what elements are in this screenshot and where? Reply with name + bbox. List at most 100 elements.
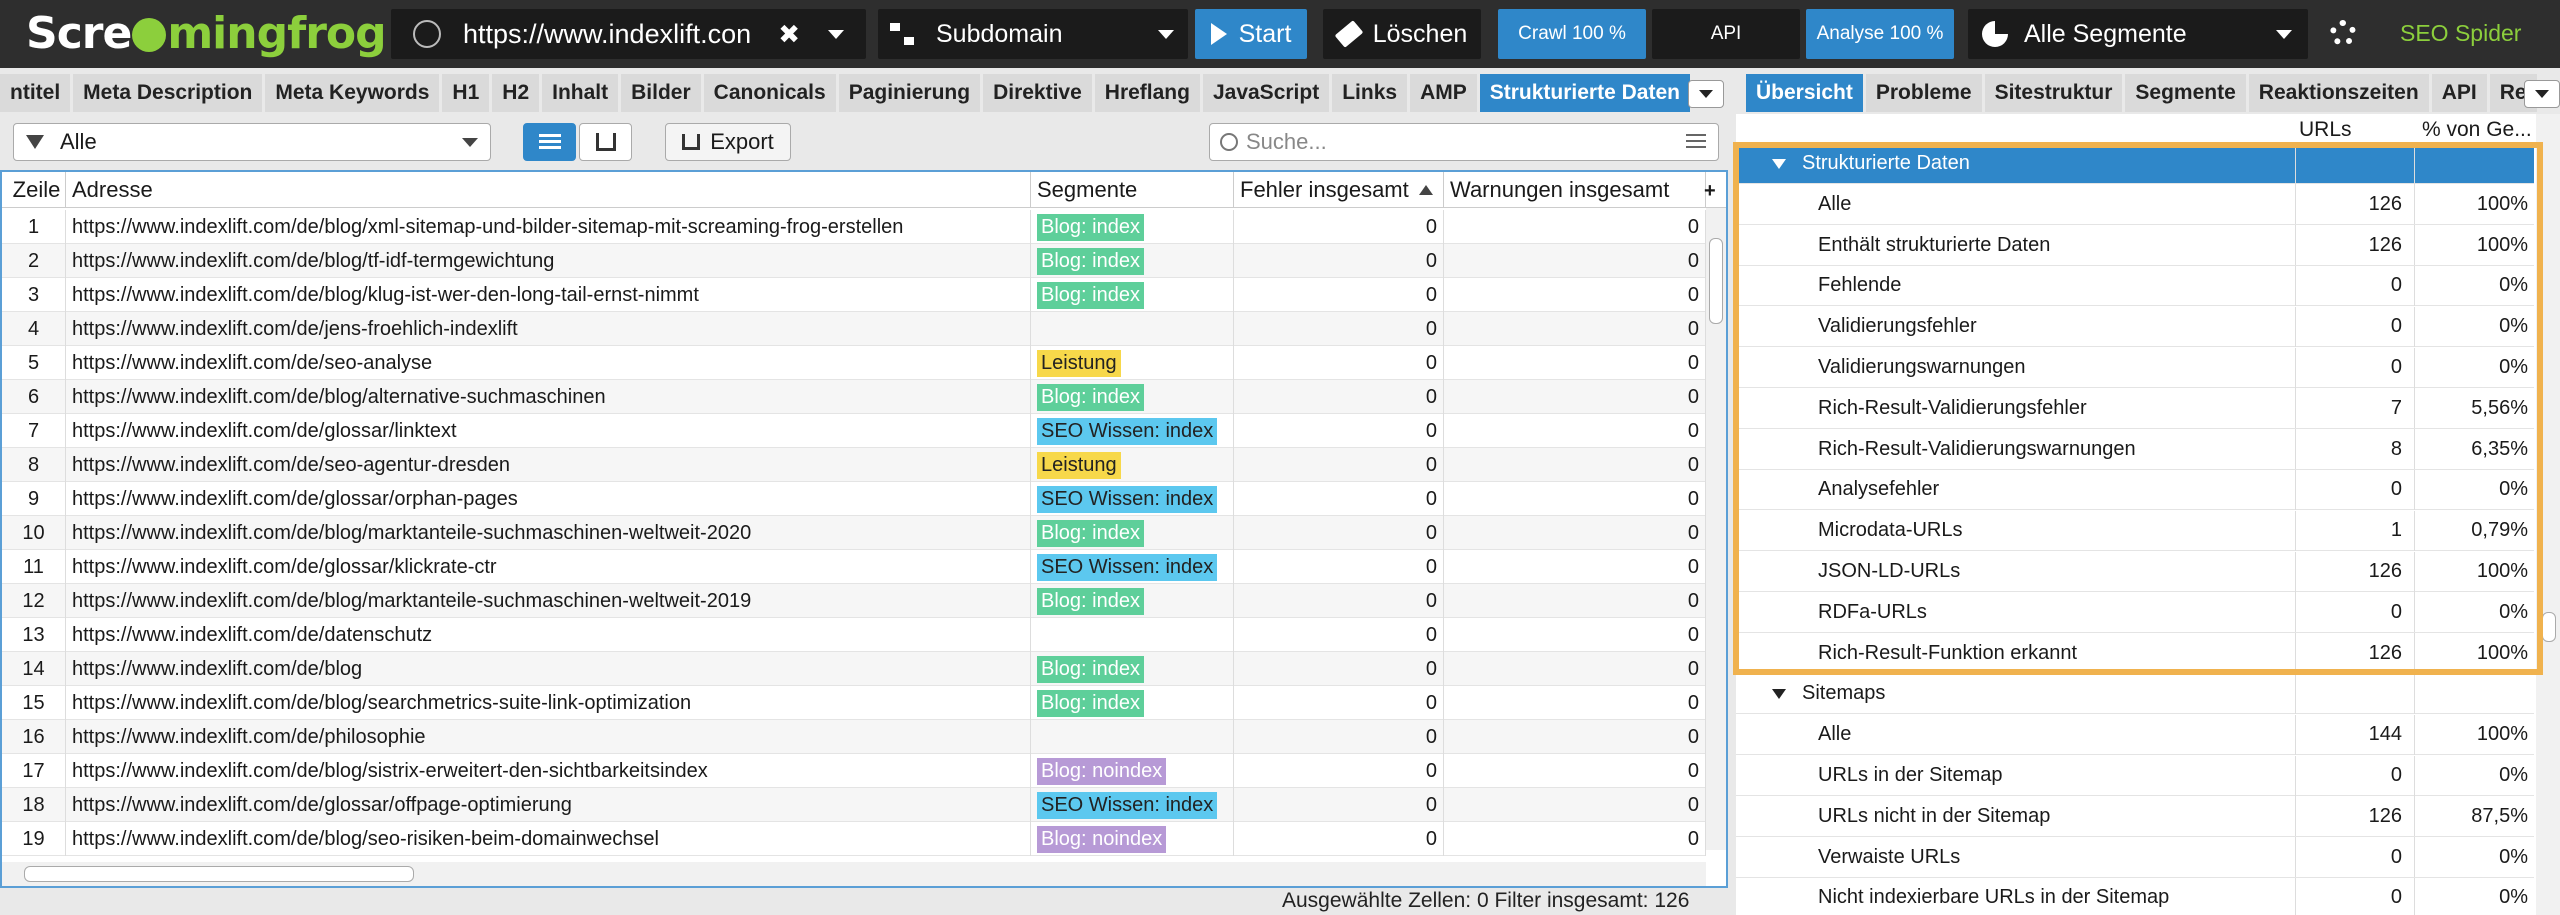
address-cell[interactable]: https://www.indexlift.com/de/blog — [66, 652, 1031, 686]
address-cell[interactable]: https://www.indexlift.com/de/blog/markta… — [66, 584, 1031, 618]
address-cell[interactable]: https://www.indexlift.com/de/blog/sistri… — [66, 754, 1031, 788]
expand-triangle-icon[interactable] — [1772, 158, 1786, 169]
address-cell[interactable]: https://www.indexlift.com/de/blog/search… — [66, 686, 1031, 720]
col-header-row[interactable]: Zeile — [2, 172, 66, 208]
col-header-errors[interactable]: Fehler insgesamt — [1234, 172, 1444, 208]
tab-api[interactable]: API — [2431, 74, 2487, 112]
export-button[interactable]: Export — [665, 123, 791, 161]
table-row[interactable]: 14 https://www.indexlift.com/de/blog Blog:… — [2, 652, 1706, 686]
address-cell[interactable]: https://www.indexlift.com/de/datenschutz — [66, 618, 1031, 652]
address-cell[interactable]: https://www.indexlift.com/de/blog/seo-ri… — [66, 822, 1031, 856]
table-row[interactable]: 15 https://www.indexlift.com/de/blog/sear… — [2, 686, 1706, 720]
tab-reaktionszeiten[interactable]: Reaktionszeiten — [2248, 74, 2429, 112]
overview-section[interactable]: Sitemaps — [1736, 673, 2534, 715]
scrollbar-thumb[interactable] — [2542, 612, 2556, 642]
address-cell[interactable]: https://www.indexlift.com/de/blog/altern… — [66, 380, 1031, 414]
tab-canonicals[interactable]: Canonicals — [703, 74, 836, 112]
overview-item[interactable]: Fehlende 0 0% — [1736, 265, 2534, 307]
tab-hreflang[interactable]: Hreflang — [1094, 74, 1200, 112]
table-row[interactable]: 4 https://www.indexlift.com/de/jens-froeh… — [2, 312, 1706, 346]
search-input[interactable]: Suche... — [1209, 123, 1719, 161]
url-value[interactable]: https://www.indexlift.con — [463, 19, 778, 50]
overview-item[interactable]: Nicht indexierbare URLs in der Sitemap 0 0… — [1736, 877, 2534, 915]
overview-item[interactable]: Validierungswarnungen 0 0% — [1736, 347, 2534, 388]
analyse-progress-button[interactable]: Analyse 100 % — [1806, 9, 1954, 59]
table-row[interactable]: 9 https://www.indexlift.com/de/glossar/or… — [2, 482, 1706, 516]
list-view-button[interactable] — [523, 123, 576, 161]
tab-sitestruktur[interactable]: Sitestruktur — [1984, 74, 2123, 112]
table-row[interactable]: 11 https://www.indexlift.com/de/glossar/k… — [2, 550, 1706, 584]
tab-amp[interactable]: AMP — [1410, 74, 1477, 112]
vertical-scrollbar[interactable] — [2536, 114, 2560, 915]
address-cell[interactable]: https://www.indexlift.com/de/glossar/kli… — [66, 550, 1031, 584]
scrollbar-thumb[interactable] — [24, 866, 414, 882]
tab-links[interactable]: Links — [1332, 74, 1408, 112]
filter-select[interactable]: Alle — [13, 123, 491, 161]
table-row[interactable]: 8 https://www.indexlift.com/de/seo-agentu… — [2, 448, 1706, 482]
overview-item[interactable]: Enthält strukturierte Daten 126 100% — [1736, 225, 2534, 266]
tab-javascript[interactable]: JavaScript — [1202, 74, 1330, 112]
tab-paginierung[interactable]: Paginierung — [838, 74, 981, 112]
horizontal-scrollbar[interactable] — [2, 862, 1706, 886]
tab-inhalt[interactable]: Inhalt — [542, 74, 619, 112]
tabs-overflow-button[interactable] — [1688, 80, 1724, 108]
tab-meta-description[interactable]: Meta Description — [73, 74, 263, 112]
tab-segmente[interactable]: Segmente — [2125, 74, 2246, 112]
table-row[interactable]: 5 https://www.indexlift.com/de/seo-analys… — [2, 346, 1706, 380]
address-cell[interactable]: https://www.indexlift.com/de/glossar/lin… — [66, 414, 1031, 448]
address-cell[interactable]: https://www.indexlift.com/de/blog/xml-si… — [66, 210, 1031, 244]
table-row[interactable]: 3 https://www.indexlift.com/de/blog/klug-… — [2, 278, 1706, 312]
gear-icon[interactable] — [2330, 20, 2356, 46]
tab--bersicht[interactable]: Übersicht — [1746, 74, 1863, 112]
address-cell[interactable]: https://www.indexlift.com/de/blog/markta… — [66, 516, 1031, 550]
overview-item[interactable]: Microdata-URLs 1 0,79% — [1736, 510, 2534, 552]
table-row[interactable]: 13 https://www.indexlift.com/de/datenschu… — [2, 618, 1706, 652]
overview-item[interactable]: Alle 126 100% — [1736, 184, 2534, 225]
overview-item[interactable]: Verwaiste URLs 0 0% — [1736, 837, 2534, 878]
tab-meta-keywords[interactable]: Meta Keywords — [265, 74, 440, 112]
table-row[interactable]: 10 https://www.indexlift.com/de/blog/mark… — [2, 516, 1706, 550]
overview-item[interactable]: URLs nicht in der Sitemap 126 87,5% — [1736, 796, 2534, 837]
tree-view-button[interactable] — [579, 123, 632, 161]
overview-item[interactable]: Alle 144 100% — [1736, 714, 2534, 756]
overview-item[interactable]: Rich-Result-Funktion erkannt 126 100% — [1736, 633, 2534, 674]
address-cell[interactable]: https://www.indexlift.com/de/blog/klug-i… — [66, 278, 1031, 312]
col-header-segments[interactable]: Segmente — [1031, 172, 1234, 208]
overview-item[interactable]: URLs in der Sitemap 0 0% — [1736, 755, 2534, 796]
tab-direktive[interactable]: Direktive — [983, 74, 1092, 112]
url-dropdown-icon[interactable] — [828, 29, 844, 39]
overview-item[interactable]: RDFa-URLs 0 0% — [1736, 592, 2534, 633]
address-cell[interactable]: https://www.indexlift.com/de/blog/tf-idf… — [66, 244, 1031, 278]
start-button[interactable]: Start — [1195, 9, 1307, 59]
col-header-address[interactable]: Adresse — [66, 172, 1031, 208]
clear-button[interactable]: Löschen — [1323, 9, 1481, 59]
crawl-mode-select[interactable]: Subdomain — [878, 9, 1188, 59]
overview-tabs-overflow-button[interactable] — [2524, 80, 2560, 108]
table-row[interactable]: 7 https://www.indexlift.com/de/glossar/li… — [2, 414, 1706, 448]
tab-ntitel[interactable]: ntitel — [0, 74, 71, 112]
crawl-progress-button[interactable]: Crawl 100 % — [1498, 9, 1646, 59]
address-cell[interactable]: https://www.indexlift.com/de/philosophie — [66, 720, 1031, 754]
table-row[interactable]: 2 https://www.indexlift.com/de/blog/tf-id… — [2, 244, 1706, 278]
tab-bilder[interactable]: Bilder — [621, 74, 701, 112]
overview-section[interactable]: Strukturierte Daten — [1736, 143, 2534, 184]
api-button[interactable]: API — [1652, 9, 1800, 59]
col-header-urls[interactable]: URLs — [2299, 118, 2352, 142]
url-field[interactable]: https://www.indexlift.con ✖ — [391, 9, 866, 59]
table-row[interactable]: 12 https://www.indexlift.com/de/blog/mark… — [2, 584, 1706, 618]
overview-item[interactable]: Analysefehler 0 0% — [1736, 469, 2534, 511]
address-cell[interactable]: https://www.indexlift.com/de/seo-analyse — [66, 346, 1031, 380]
table-row[interactable]: 18 https://www.indexlift.com/de/glossar/o… — [2, 788, 1706, 822]
address-cell[interactable]: https://www.indexlift.com/de/jens-froehl… — [66, 312, 1031, 346]
search-options-icon[interactable] — [1686, 134, 1706, 150]
table-row[interactable]: 16 https://www.indexlift.com/de/philosoph… — [2, 720, 1706, 754]
table-row[interactable]: 1 https://www.indexlift.com/de/blog/xml-s… — [2, 210, 1706, 244]
overview-item[interactable]: JSON-LD-URLs 126 100% — [1736, 551, 2534, 592]
tab-strukturierte-daten[interactable]: Strukturierte Daten — [1479, 74, 1690, 112]
address-cell[interactable]: https://www.indexlift.com/de/glossar/orp… — [66, 482, 1031, 516]
table-row[interactable]: 6 https://www.indexlift.com/de/blog/alter… — [2, 380, 1706, 414]
add-column-icon[interactable]: + — [1704, 180, 1716, 203]
address-cell[interactable]: https://www.indexlift.com/de/seo-agentur… — [66, 448, 1031, 482]
address-cell[interactable]: https://www.indexlift.com/de/glossar/off… — [66, 788, 1031, 822]
clear-url-icon[interactable]: ✖ — [778, 19, 800, 50]
